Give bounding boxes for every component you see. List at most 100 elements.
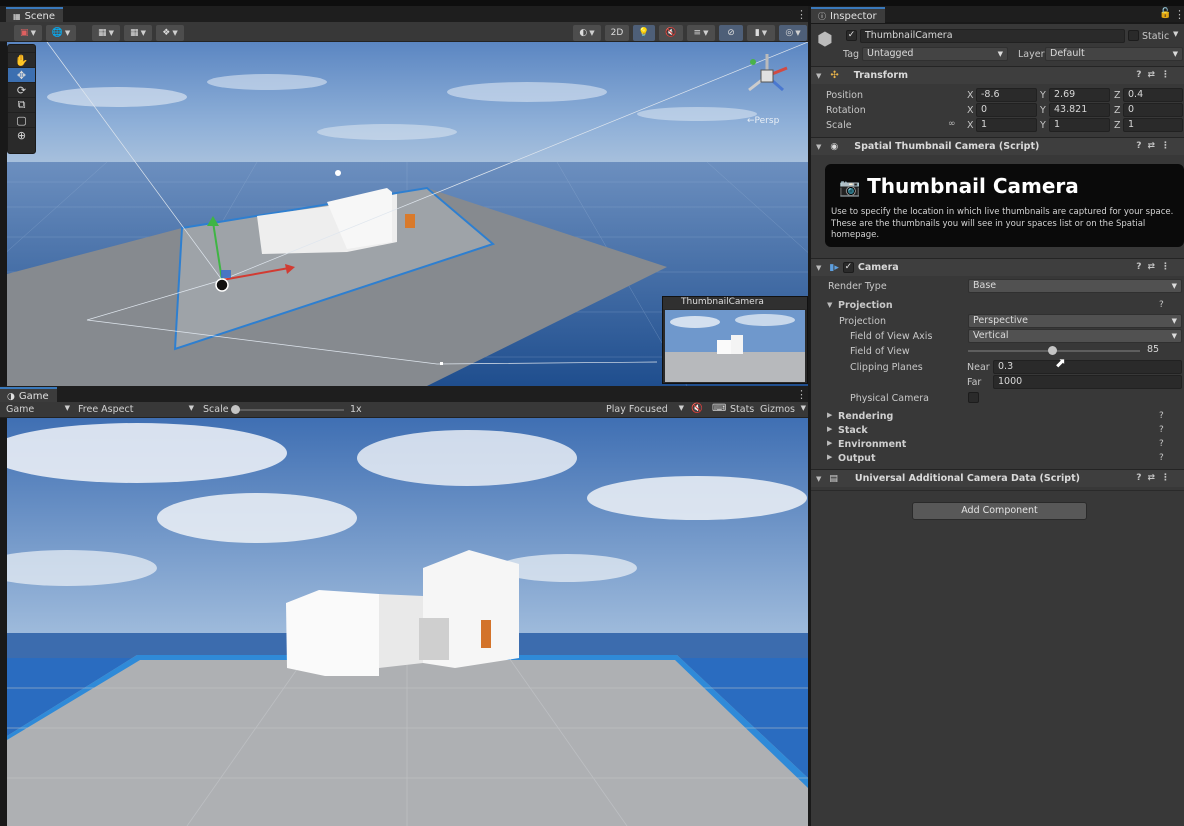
scene-more-icon[interactable]: ⋮	[796, 8, 807, 21]
projection-value: Perspective	[973, 315, 1029, 326]
rotate-tool-icon[interactable]: ⟳	[8, 83, 35, 98]
section-help-icon[interactable]: ?	[1159, 411, 1164, 421]
scene-visibility-button[interactable]: ⊘	[719, 25, 743, 41]
game-viewport[interactable]	[7, 418, 808, 826]
spatial-script-foldout-icon[interactable]: ▼	[816, 143, 821, 151]
move-tool-icon[interactable]: ✥	[8, 68, 35, 83]
static-checkbox[interactable]	[1128, 30, 1139, 41]
camera-section-environment[interactable]: ▶ Environment?	[811, 438, 1184, 452]
transform-header[interactable]: ▼ ✣ Transform ?⇄⋮	[811, 66, 1184, 84]
component-header-icons[interactable]: ?⇄⋮	[1136, 473, 1176, 483]
section-help-icon[interactable]: ?	[1159, 439, 1164, 449]
lighting-toggle-button[interactable]: 💡	[633, 25, 655, 41]
draw-mode-button[interactable]: ▣ ▼	[14, 25, 42, 41]
inspector-more-icon[interactable]: ⋮	[1174, 8, 1184, 21]
global-local-button[interactable]: 🌐 ▼	[46, 25, 76, 41]
scale-x-field[interactable]: 1	[976, 118, 1037, 132]
section-foldout-icon[interactable]: ▶	[827, 439, 832, 447]
static-dropdown-icon[interactable]: ▼	[1173, 30, 1178, 38]
far-field[interactable]: 1000	[993, 375, 1182, 389]
projection-dropdown[interactable]: Perspective ▼	[968, 314, 1182, 328]
fov-axis-dropdown[interactable]: Vertical ▼	[968, 329, 1182, 343]
thumbnail-card-heading: 📷 Thumbnail Camera	[839, 174, 1079, 198]
rotation-x-field[interactable]: 0	[976, 103, 1037, 117]
tab-game[interactable]: ◑ Game	[0, 387, 57, 403]
position-z-field[interactable]: 0.4	[1123, 88, 1183, 102]
2d-toggle-button[interactable]: 2D	[605, 25, 629, 41]
increment-snap-button[interactable]: ❖ ▼	[156, 25, 184, 41]
additional-data-foldout-icon[interactable]: ▼	[816, 475, 821, 483]
stats-button[interactable]: Stats	[730, 404, 754, 415]
clipping-planes-label: Clipping Planes	[850, 362, 923, 373]
camera-settings-button[interactable]: ▮ ▼	[747, 25, 775, 41]
scene-toolbar: ▣ ▼ 🌐 ▼ ▦ ▼ ▦ ▼ ❖ ▼ ◐ ▼ 2D 💡 🔇 ≡ ▼ ⊘ ▮ ▼ ◎ ▼	[0, 22, 808, 42]
projection-foldout-icon[interactable]: ▼	[827, 301, 832, 309]
hand-tool-icon[interactable]: ✋	[8, 53, 35, 68]
camera-foldout-icon[interactable]: ▼	[816, 264, 821, 272]
rotation-z-field[interactable]: 0	[1123, 103, 1183, 117]
near-field[interactable]: 0.3	[993, 360, 1182, 374]
object-name-field[interactable]: ThumbnailCamera	[860, 29, 1125, 43]
camera-section-stack[interactable]: ▶ Stack?	[811, 424, 1184, 438]
camera-enabled-checkbox[interactable]: ✓	[842, 262, 854, 273]
projection-section-label[interactable]: Projection	[838, 300, 893, 311]
scale-slider[interactable]	[231, 405, 344, 414]
fov-slider-knob[interactable]	[1048, 346, 1057, 355]
tab-scene-label: Scene	[24, 11, 56, 22]
section-help-icon[interactable]: ?	[1159, 425, 1164, 435]
additional-data-header[interactable]: ▼ ▤ Universal Additional Camera Data (Sc…	[811, 469, 1184, 487]
add-component-button[interactable]: Add Component	[912, 502, 1087, 520]
scale-y-field[interactable]: 1	[1049, 118, 1110, 132]
section-help-icon[interactable]: ?	[1159, 453, 1164, 463]
constrain-proportions-icon[interactable]: ∞	[948, 119, 956, 129]
shading-mode-button[interactable]: ◐ ▼	[573, 25, 601, 41]
section-foldout-icon[interactable]: ▶	[827, 453, 832, 461]
camera-section-output[interactable]: ▶ Output?	[811, 452, 1184, 466]
effects-button[interactable]: ≡ ▼	[687, 25, 715, 41]
scale-slider-knob[interactable]	[231, 405, 240, 414]
scale-z-field[interactable]: 1	[1123, 118, 1183, 132]
camera-header[interactable]: ▼ ▮▸ ✓ Camera ?⇄⋮	[811, 258, 1184, 276]
rect-tool-icon[interactable]: ▢	[8, 113, 35, 128]
lock-icon[interactable]: 🔓	[1159, 8, 1171, 19]
grid-visibility-button[interactable]: ▦ ▼	[124, 25, 152, 41]
fov-slider[interactable]	[968, 346, 1140, 355]
transform-tool-icon[interactable]: ⊕	[8, 128, 35, 143]
physical-camera-checkbox[interactable]	[968, 392, 979, 403]
tab-scene[interactable]: ▦ Scene	[6, 7, 64, 23]
gizmos-dropdown[interactable]: Gizmos ▼	[760, 404, 808, 416]
mute-audio-icon[interactable]: 🔇	[691, 403, 703, 414]
camera-section-rendering[interactable]: ▶ Rendering?	[811, 410, 1184, 424]
keyboard-icon[interactable]: ⌨	[712, 403, 726, 414]
position-y-field[interactable]: 2.69	[1049, 88, 1110, 102]
layer-dropdown[interactable]: Default ▼	[1045, 47, 1183, 61]
component-header-icons[interactable]: ?⇄⋮	[1136, 141, 1176, 151]
grid-snap-button[interactable]: ▦ ▼	[92, 25, 120, 41]
orientation-gizmo[interactable]: ←Persp	[737, 46, 797, 126]
play-mode-dropdown[interactable]: Play Focused ▼	[606, 404, 686, 416]
scale-tool-icon[interactable]: ⧉	[8, 98, 35, 113]
spatial-script-header[interactable]: ▼ ◉ Spatial Thumbnail Camera (Script) ?⇄…	[811, 137, 1184, 155]
tag-dropdown[interactable]: Untagged ▼	[862, 47, 1008, 61]
display-dropdown[interactable]: Game ▼	[6, 404, 72, 416]
active-checkbox[interactable]: ✓	[846, 30, 857, 41]
rotation-y-field[interactable]: 43.821	[1049, 103, 1110, 117]
position-x-field[interactable]: -8.6	[976, 88, 1037, 102]
section-foldout-icon[interactable]: ▶	[827, 411, 832, 419]
section-foldout-icon[interactable]: ▶	[827, 425, 832, 433]
perspective-label[interactable]: ←Persp	[747, 116, 779, 126]
thumbnail-camera-card: 📷 Thumbnail Camera Use to specify the lo…	[825, 164, 1184, 247]
tab-inspector[interactable]: ⓘ Inspector	[811, 7, 885, 23]
game-more-icon[interactable]: ⋮	[796, 388, 807, 401]
fov-value-field[interactable]: 85	[1143, 344, 1182, 358]
audio-toggle-button[interactable]: 🔇	[659, 25, 683, 41]
component-header-icons[interactable]: ?⇄⋮	[1136, 262, 1176, 272]
aspect-dropdown[interactable]: Free Aspect ▼	[78, 404, 196, 416]
component-header-icons[interactable]: ?⇄⋮	[1136, 70, 1176, 80]
tag-label: Tag	[843, 49, 860, 60]
render-type-dropdown[interactable]: Base ▼	[968, 279, 1182, 293]
tool-palette-grip[interactable]	[8, 45, 35, 53]
gizmos-scene-button[interactable]: ◎ ▼	[779, 25, 807, 41]
transform-foldout-icon[interactable]: ▼	[816, 72, 821, 80]
projection-help-icon[interactable]: ?	[1159, 300, 1164, 310]
